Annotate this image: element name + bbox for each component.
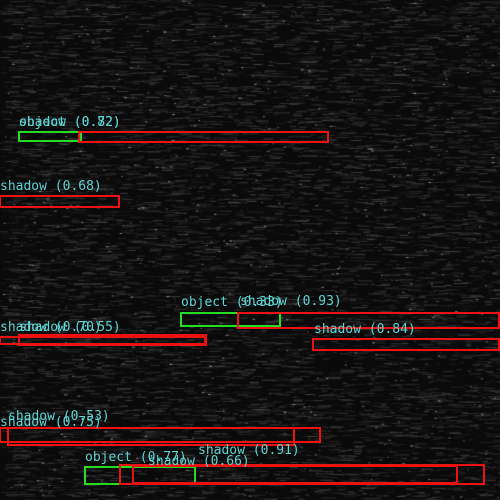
- shadow-label: shadow (0.66): [148, 454, 250, 469]
- detection-shadow: shadow (0.66): [132, 454, 458, 484]
- shadow-bounding-box: [78, 131, 329, 143]
- detection-shadow: shadow (0.68): [0, 179, 120, 208]
- object-bounding-box: [84, 466, 196, 485]
- shadow-bounding-box: [0, 336, 206, 345]
- object-bounding-box: [18, 131, 82, 142]
- detection-shadow: shadow (0.82): [19, 115, 329, 143]
- shadow-label: shadow (0.82): [19, 115, 121, 130]
- shadow-label: shadow (0.93): [240, 294, 342, 309]
- shadow-label: shadow (0.55): [19, 320, 121, 335]
- shadow-label: shadow (0.75): [0, 415, 102, 430]
- detection-shadow: shadow (0.75): [0, 415, 295, 446]
- shadow-label: shadow (0.68): [0, 179, 102, 194]
- detection-shadow: shadow (0.84): [312, 322, 500, 351]
- shadow-bounding-box: [312, 338, 500, 351]
- object-bounding-box: [180, 312, 281, 327]
- shadow-bounding-box: [0, 195, 120, 208]
- detection-shadow: shadow (0.55): [18, 320, 207, 346]
- shadow-bounding-box: [0, 427, 321, 443]
- detection-image: object (0.72) shadow (0.82) shadow (0.68) s…: [0, 0, 500, 500]
- shadow-label: shadow (0.84): [314, 322, 416, 337]
- detection-overlay: object (0.72)shadow (0.82)shadow (0.68)s…: [0, 115, 500, 485]
